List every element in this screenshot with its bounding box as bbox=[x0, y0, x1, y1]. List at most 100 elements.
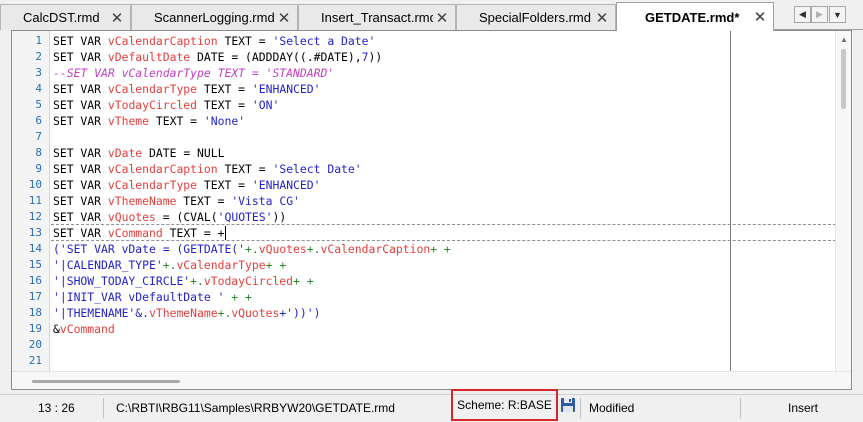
code-line[interactable]: '|CALENDAR_TYPE'+.vCalendarType+ + bbox=[53, 257, 286, 273]
line-number: 14 bbox=[28, 242, 42, 255]
code-token: SET VAR bbox=[53, 226, 108, 240]
status-divider bbox=[580, 398, 581, 418]
code-token: 'ENHANCED' bbox=[251, 82, 321, 96]
code-token: '|SHOW_TODAY_CIRCLE' bbox=[53, 274, 191, 288]
code-line[interactable]: SET VAR vCommand TEXT = + bbox=[53, 225, 224, 241]
status-bar: 13 : 26 C:\RBTI\RBG11\Samples\RRBYW20\GE… bbox=[0, 394, 863, 422]
tab-getdate[interactable]: GETDATE.rmd* ✕ bbox=[616, 2, 774, 31]
code-line[interactable]: SET VAR vDefaultDate DATE = (ADDDAY((.#D… bbox=[53, 49, 382, 65]
vertical-scroll-thumb[interactable] bbox=[841, 49, 846, 109]
scheme-indicator[interactable]: Scheme: R:BASE bbox=[451, 389, 558, 421]
line-number: 5 bbox=[35, 98, 42, 111]
code-line[interactable]: ('SET VAR vDate = (GETDATE('+.vQuotes+.v… bbox=[53, 241, 451, 257]
code-token: SET VAR bbox=[53, 50, 108, 64]
code-line[interactable]: SET VAR vCalendarType TEXT = 'ENHANCED' bbox=[53, 81, 320, 97]
code-token: + + bbox=[293, 274, 314, 288]
code-token: SET VAR bbox=[53, 194, 108, 208]
arrow-left-icon: ◀ bbox=[799, 9, 806, 19]
line-number: 9 bbox=[35, 162, 42, 175]
code-token: )) bbox=[368, 50, 383, 64]
code-token: SET VAR bbox=[53, 162, 108, 176]
line-number: 3 bbox=[35, 66, 42, 79]
code-editor[interactable]: 1 2 3 4 5 6 7 8 9 10 11 12 13 14 15 16 17 18 19 20 21 SET VA… bbox=[11, 30, 852, 390]
line-number: 21 bbox=[28, 354, 42, 367]
code-line[interactable]: SET VAR vCalendarType TEXT = 'ENHANCED' bbox=[53, 177, 320, 193]
tab-scroll-right-button[interactable]: ▶ bbox=[811, 6, 828, 23]
code-token: 'Vista CG' bbox=[231, 194, 300, 208]
code-token: )) bbox=[272, 210, 287, 224]
code-token: +. bbox=[217, 306, 232, 320]
code-token: vQuotes bbox=[107, 210, 156, 224]
code-token: +. bbox=[306, 242, 321, 256]
code-token: SET VAR bbox=[53, 98, 108, 112]
code-line[interactable]: SET VAR vThemeName TEXT = 'Vista CG' bbox=[53, 193, 300, 209]
code-token: TEXT = bbox=[197, 82, 252, 96]
line-number: 11 bbox=[28, 194, 42, 207]
code-token: +'))') bbox=[279, 306, 321, 320]
editor-window: CalcDST.rmd ✕ ScannerLogging.rmd ✕ Inser… bbox=[0, 0, 863, 422]
vertical-scrollbar[interactable]: ▲ bbox=[835, 31, 851, 371]
code-line[interactable]: SET VAR vDate DATE = NULL bbox=[53, 145, 224, 161]
code-token: vTodayCircled bbox=[107, 98, 198, 112]
code-token: ('SET VAR vDate = (GETDATE(' bbox=[53, 242, 246, 256]
close-icon[interactable]: ✕ bbox=[751, 8, 769, 26]
line-number: 17 bbox=[28, 290, 42, 303]
code-token: TEXT = bbox=[197, 98, 252, 112]
tab-specialfolders[interactable]: SpecialFolders.rmd ✕ bbox=[456, 4, 616, 30]
code-area[interactable]: SET VAR vCalendarCaption TEXT = 'Select … bbox=[51, 31, 836, 371]
code-line[interactable]: '|SHOW_TODAY_CIRCLE'+.vTodayCircled+ + bbox=[53, 273, 314, 289]
scroll-up-icon[interactable]: ▲ bbox=[836, 31, 852, 47]
line-number-gutter: 1 2 3 4 5 6 7 8 9 10 11 12 13 14 15 16 17 18 19 20 21 bbox=[12, 31, 50, 371]
tab-scannerlogging[interactable]: ScannerLogging.rmd ✕ bbox=[131, 4, 298, 30]
tab-insert-transact[interactable]: Insert_Transact.rmd ✕ bbox=[298, 4, 456, 30]
code-token: vCalendarCaption bbox=[107, 34, 218, 48]
code-token: SET VAR bbox=[53, 82, 108, 96]
fold-guide-line bbox=[51, 240, 836, 241]
code-line[interactable]: '|THEMENAME'&.vThemeName+.vQuotes+'))') bbox=[53, 305, 320, 321]
code-line[interactable]: SET VAR vQuotes = (CVAL('QUOTES')) bbox=[53, 209, 286, 225]
tab-label: ScannerLogging.rmd bbox=[154, 10, 275, 25]
code-token: + + bbox=[265, 258, 287, 272]
tab-label: GETDATE.rmd* bbox=[645, 9, 740, 25]
line-number: 15 bbox=[28, 258, 42, 271]
code-token: TEXT = bbox=[149, 114, 204, 128]
code-line[interactable]: SET VAR vTheme TEXT = 'None' bbox=[53, 113, 245, 129]
close-icon[interactable]: ✕ bbox=[593, 9, 611, 27]
tab-label: Insert_Transact.rmd bbox=[321, 10, 433, 25]
code-token: '|INIT_VAR vDefaultDate ' bbox=[53, 290, 225, 304]
code-token: SET VAR bbox=[53, 114, 108, 128]
horizontal-scrollbar[interactable] bbox=[12, 371, 851, 389]
horizontal-scroll-thumb[interactable] bbox=[32, 380, 180, 383]
text-caret bbox=[225, 226, 226, 240]
code-line[interactable]: SET VAR vCalendarCaption TEXT = 'Select … bbox=[53, 161, 362, 177]
tab-calcdst[interactable]: CalcDST.rmd ✕ bbox=[0, 4, 131, 30]
code-token: vCalendarCaption bbox=[107, 162, 218, 176]
code-token: +. bbox=[245, 242, 259, 256]
code-line[interactable]: SET VAR vCalendarCaption TEXT = 'Select … bbox=[53, 33, 375, 49]
code-token: SET VAR bbox=[53, 34, 108, 48]
code-token: +. bbox=[162, 258, 177, 272]
line-number: 16 bbox=[28, 274, 42, 287]
line-number: 7 bbox=[35, 130, 42, 143]
code-token: vDefaultDate bbox=[107, 50, 191, 64]
floppy-disk-icon[interactable] bbox=[560, 397, 576, 413]
code-line[interactable]: &vCommand bbox=[53, 321, 115, 337]
code-line[interactable]: --SET VAR vCalendarType TEXT = 'STANDARD… bbox=[53, 65, 334, 81]
tab-list-button[interactable]: ▼ bbox=[829, 6, 846, 23]
code-token: vDate bbox=[107, 146, 143, 160]
code-token: TEXT = bbox=[217, 162, 273, 176]
dropdown-arrow-icon: ▼ bbox=[833, 9, 842, 20]
code-token: vTheme bbox=[107, 114, 150, 128]
code-line[interactable]: '|INIT_VAR vDefaultDate ' + + bbox=[53, 289, 252, 305]
tab-scroll-left-button[interactable]: ◀ bbox=[794, 6, 811, 23]
code-token: vCommand bbox=[107, 226, 163, 240]
close-icon[interactable]: ✕ bbox=[108, 9, 126, 27]
code-line[interactable]: SET VAR vTodayCircled TEXT = 'ON' bbox=[53, 97, 279, 113]
status-divider bbox=[740, 398, 741, 418]
line-number: 20 bbox=[28, 338, 42, 351]
close-icon[interactable]: ✕ bbox=[433, 9, 451, 27]
line-number: 8 bbox=[35, 146, 42, 159]
close-icon[interactable]: ✕ bbox=[275, 9, 293, 27]
code-token: = (CVAL( bbox=[155, 210, 218, 224]
code-token: TEXT = bbox=[176, 194, 232, 208]
